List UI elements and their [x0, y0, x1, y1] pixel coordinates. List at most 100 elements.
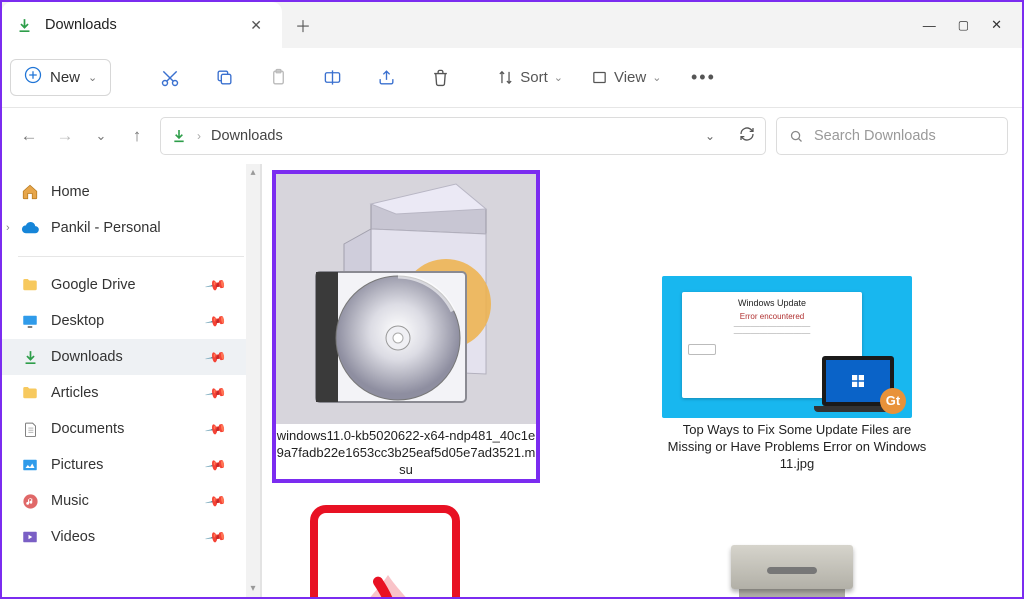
chevron-right-icon[interactable]: ›: [6, 222, 10, 234]
file-item-jpg[interactable]: Windows Update Error encountered ───────…: [662, 276, 932, 473]
more-button[interactable]: •••: [677, 56, 729, 100]
delete-button[interactable]: [415, 56, 465, 100]
search-icon: [789, 129, 804, 144]
view-icon: [591, 69, 608, 86]
paste-button: [253, 56, 303, 100]
search-placeholder: Search Downloads: [814, 128, 936, 144]
title-bar: Downloads ✕ ＋ — ▢ ✕: [2, 2, 1022, 48]
maximize-button[interactable]: ▢: [958, 18, 969, 32]
sidebar-item-label: Pictures: [51, 457, 103, 473]
view-button[interactable]: View ⌄: [579, 69, 673, 86]
file-item-msu[interactable]: ✓: [272, 170, 540, 483]
sort-label: Sort: [520, 69, 548, 86]
download-icon: [16, 17, 33, 34]
address-chevron-icon[interactable]: ⌄: [705, 129, 715, 143]
sidebar-scrollbar[interactable]: ▴ ▾: [246, 164, 260, 597]
tab-downloads[interactable]: Downloads ✕: [2, 2, 282, 48]
cut-button[interactable]: [145, 56, 195, 100]
copy-button[interactable]: [199, 56, 249, 100]
sidebar-item-label: Articles: [51, 385, 99, 401]
chevron-down-icon: ⌄: [652, 71, 661, 84]
chevron-down-icon: ⌄: [554, 71, 563, 84]
sort-button[interactable]: Sort ⌄: [485, 69, 575, 86]
rename-button[interactable]: [307, 56, 357, 100]
sidebar-item-videos[interactable]: Videos 📌: [2, 519, 260, 555]
window-controls: — ▢ ✕: [923, 17, 1022, 33]
pin-icon[interactable]: 📌: [203, 345, 227, 369]
document-icon: [20, 419, 40, 439]
pin-icon[interactable]: 📌: [203, 489, 227, 513]
address-path: Downloads: [211, 128, 283, 144]
sidebar: Home › Pankil - Personal Google Drive 📌 …: [2, 164, 262, 597]
share-button[interactable]: [361, 56, 411, 100]
close-tab-button[interactable]: ✕: [244, 13, 268, 38]
up-button[interactable]: ↑: [124, 126, 150, 146]
pin-icon[interactable]: 📌: [203, 381, 227, 405]
file-name: Top Ways to Fix Some Update Files are Mi…: [662, 422, 932, 473]
sidebar-item-label: Videos: [51, 529, 95, 545]
file-pane: ✓: [262, 164, 1022, 597]
scroll-down-icon[interactable]: ▾: [250, 583, 255, 594]
recent-button[interactable]: ⌄: [88, 128, 114, 144]
sidebar-item-google-drive[interactable]: Google Drive 📌: [2, 267, 260, 303]
sidebar-home-label: Home: [51, 184, 90, 200]
sidebar-item-onedrive[interactable]: › Pankil - Personal: [2, 210, 260, 246]
pictures-icon: [20, 455, 40, 475]
forward-button: →: [52, 126, 78, 146]
cabinet-icon: [717, 545, 867, 597]
folder-icon: [20, 383, 40, 403]
breadcrumb-sep: ›: [197, 129, 201, 143]
thumb-title: Windows Update: [688, 298, 856, 310]
download-icon: [171, 128, 187, 144]
home-icon: [20, 182, 40, 202]
new-button[interactable]: New ⌄: [10, 59, 111, 96]
sidebar-separator: [18, 256, 244, 257]
sidebar-item-articles[interactable]: Articles 📌: [2, 375, 260, 411]
sidebar-item-pictures[interactable]: Pictures 📌: [2, 447, 260, 483]
sidebar-item-label: Downloads: [51, 349, 123, 365]
sidebar-item-desktop[interactable]: Desktop 📌: [2, 303, 260, 339]
sort-icon: [497, 69, 514, 86]
cloud-icon: [20, 218, 40, 238]
refresh-button[interactable]: [739, 126, 755, 146]
gt-badge-icon: Gt: [880, 388, 906, 414]
thumb-error: Error encountered: [688, 312, 856, 322]
pin-icon[interactable]: 📌: [203, 453, 227, 477]
sidebar-item-label: Desktop: [51, 313, 104, 329]
sidebar-item-label: Music: [51, 493, 89, 509]
back-button[interactable]: ←: [16, 126, 42, 146]
sidebar-item-music[interactable]: Music 📌: [2, 483, 260, 519]
file-item-cabinet[interactable]: [717, 545, 877, 597]
search-input[interactable]: Search Downloads: [776, 117, 1008, 155]
tab-title: Downloads: [45, 17, 117, 33]
close-window-button[interactable]: ✕: [991, 17, 1002, 33]
address-bar[interactable]: › Downloads ⌄: [160, 117, 766, 155]
sidebar-item-home[interactable]: Home: [2, 174, 260, 210]
scroll-up-icon[interactable]: ▴: [250, 167, 255, 178]
pin-icon[interactable]: 📌: [203, 417, 227, 441]
pin-icon[interactable]: 📌: [203, 309, 227, 333]
new-tab-button[interactable]: ＋: [282, 4, 324, 46]
desktop-icon: [20, 311, 40, 331]
plus-circle-icon: [24, 66, 42, 89]
toolbar: New ⌄ Sort ⌄ View ⌄ •••: [2, 48, 1022, 108]
folder-icon: [20, 275, 40, 295]
videos-icon: [20, 527, 40, 547]
sidebar-item-documents[interactable]: Documents 📌: [2, 411, 260, 447]
view-label: View: [614, 69, 646, 86]
sidebar-item-label: Documents: [51, 421, 124, 437]
minimize-button[interactable]: —: [923, 18, 936, 33]
download-icon: [20, 347, 40, 367]
sidebar-item-label: Google Drive: [51, 277, 136, 293]
file-item-pdf[interactable]: [310, 505, 460, 597]
chevron-down-icon: ⌄: [88, 71, 97, 84]
music-icon: [20, 491, 40, 511]
file-name: windows11.0-kb5020622-x64-ndp481_40c1e9a…: [276, 428, 536, 479]
image-thumbnail: Windows Update Error encountered ───────…: [662, 276, 912, 418]
pin-icon[interactable]: 📌: [203, 273, 227, 297]
nav-bar: ← → ⌄ ↑ › Downloads ⌄ Search Downloads: [2, 108, 1022, 164]
installer-icon: [276, 174, 536, 424]
sidebar-item-downloads[interactable]: Downloads 📌: [2, 339, 260, 375]
pdf-icon: [348, 565, 428, 597]
pin-icon[interactable]: 📌: [203, 525, 227, 549]
